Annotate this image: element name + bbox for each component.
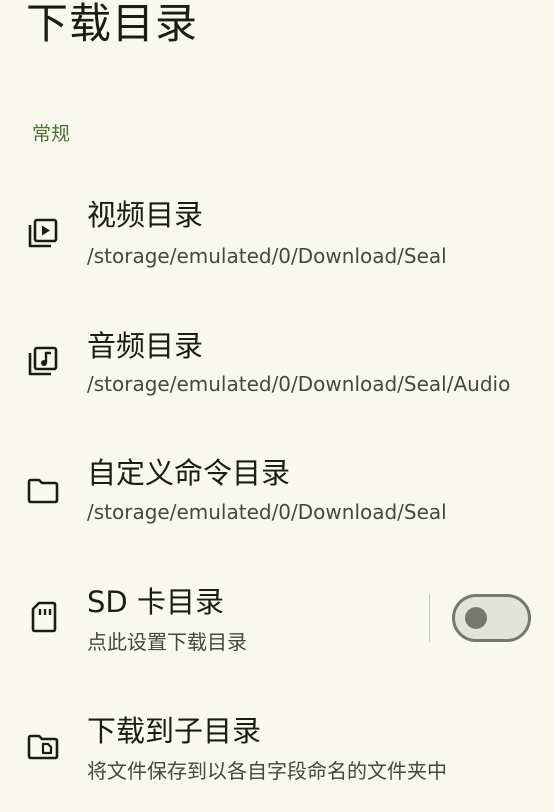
setting-path: /storage/emulated/0/Download/Seal [87,244,447,268]
folder-icon [26,474,60,508]
subfolder-icon [26,730,60,764]
setting-path: /storage/emulated/0/Download/Seal/Audio [87,372,511,396]
setting-title: SD 卡目录 [87,585,224,619]
toggle-divider [429,594,430,642]
switch-thumb [465,607,487,629]
setting-description: 将文件保存到以各自字段命名的文件夹中 [87,759,447,783]
sd-card-toggle[interactable] [452,594,531,642]
setting-audio-directory[interactable]: 音频目录 /storage/emulated/0/Download/Seal/A… [0,308,554,428]
section-header-general: 常规 [32,123,71,145]
setting-title: 视频目录 [87,198,204,232]
video-library-icon [26,216,60,250]
setting-description: 点此设置下载目录 [87,630,247,654]
setting-video-directory[interactable]: 视频目录 /storage/emulated/0/Download/Seal [0,180,554,300]
page-title: 下载目录 [26,0,199,48]
music-library-icon [26,344,60,378]
setting-custom-command-directory[interactable]: 自定义命令目录 /storage/emulated/0/Download/Sea… [0,436,554,556]
sd-card-icon [26,600,60,634]
setting-subdirectory[interactable]: 下载到子目录 将文件保存到以各自字段命名的文件夹中 [0,692,554,812]
setting-title: 音频目录 [87,329,204,363]
setting-title: 自定义命令目录 [87,456,291,490]
setting-path: /storage/emulated/0/Download/Seal [87,500,447,524]
setting-title: 下载到子目录 [87,714,262,748]
